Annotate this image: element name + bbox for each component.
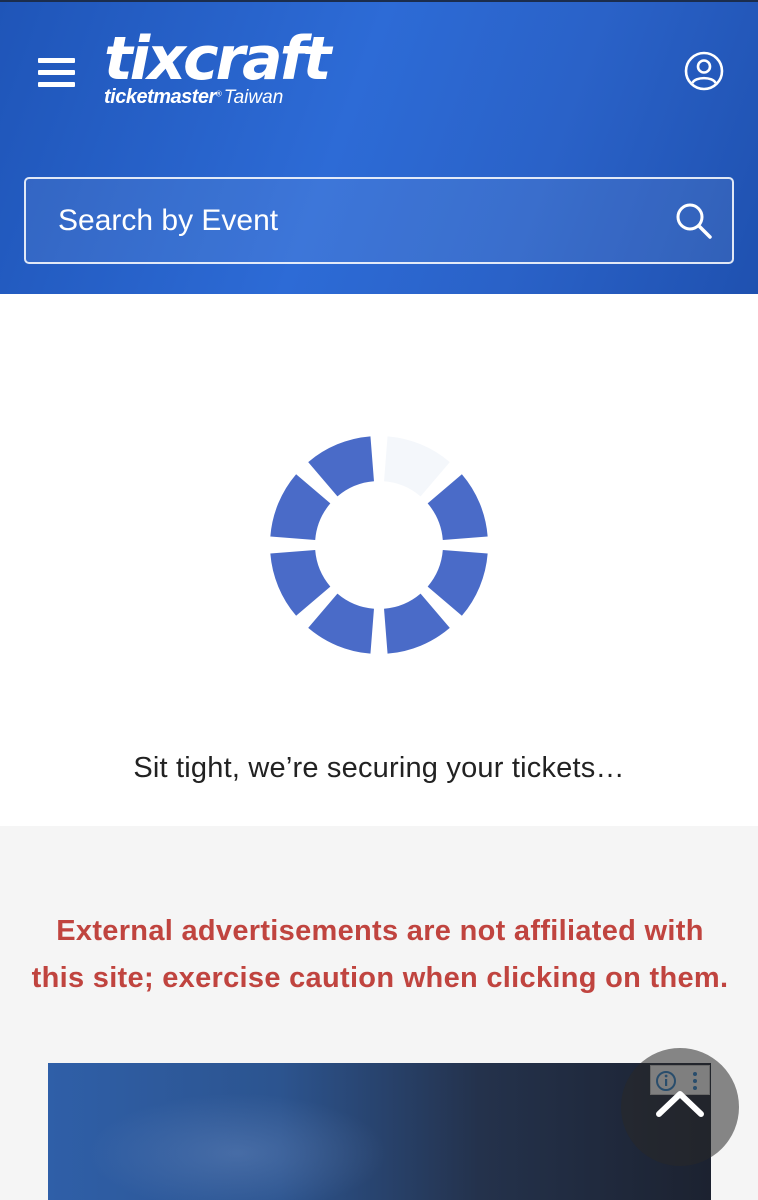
- logo-registered-mark: ®: [215, 89, 222, 99]
- chevron-up-icon: [656, 1091, 704, 1117]
- search-input[interactable]: [26, 179, 646, 262]
- spinner-segment: [427, 474, 488, 540]
- spinner-segment: [308, 593, 374, 654]
- logo-region: Taiwan: [223, 87, 284, 108]
- hamburger-menu-icon[interactable]: [38, 58, 76, 90]
- spinner-segment: [384, 436, 450, 497]
- site-header: tixcraft ticketmaster® Taiwan: [0, 0, 758, 294]
- spinner-segment: [270, 550, 331, 616]
- logo-wordmark: tixcraft: [104, 24, 331, 94]
- spinner-segment: [270, 474, 331, 540]
- ad-image: [88, 1093, 388, 1200]
- loading-message: Sit tight, we’re securing your tickets…: [133, 752, 625, 784]
- ad-disclaimer: External advertisements are not affiliat…: [31, 915, 729, 994]
- user-account-icon[interactable]: [684, 51, 724, 91]
- menu-bar: [38, 70, 75, 75]
- search-icon[interactable]: [674, 201, 714, 241]
- loading-spinner-icon: [266, 434, 492, 656]
- ad-banner[interactable]: [48, 1063, 711, 1200]
- search-bar: [24, 177, 734, 264]
- spinner-segment: [427, 550, 488, 616]
- logo-ticketmaster: ticketmaster: [104, 86, 216, 108]
- spinner-segment: [308, 436, 374, 497]
- back-to-top-button[interactable]: [621, 1048, 739, 1166]
- menu-bar: [38, 82, 75, 87]
- site-logo[interactable]: tixcraft ticketmaster® Taiwan: [104, 24, 331, 109]
- spinner-segment: [384, 593, 450, 654]
- menu-bar: [38, 58, 75, 63]
